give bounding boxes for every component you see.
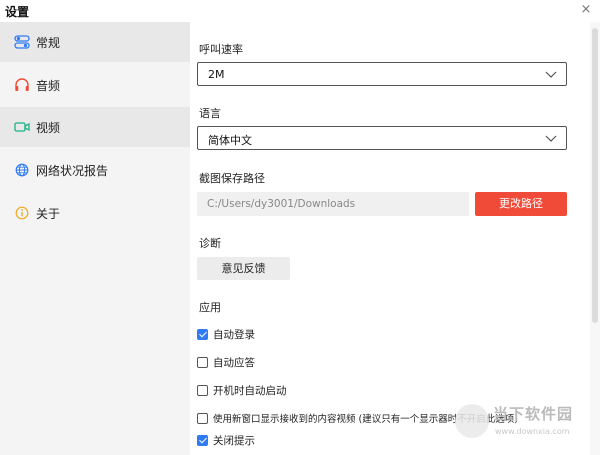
- diagnosis-label: 诊断: [199, 237, 221, 250]
- language-value: 简体中文: [208, 134, 252, 147]
- camera-icon: [14, 119, 30, 135]
- scrollbar-track[interactable]: [590, 22, 600, 455]
- sidebar-item-label: 音频: [36, 78, 61, 93]
- sidebar-item-label: 关于: [36, 206, 61, 221]
- call-rate-value: 2M: [208, 68, 225, 81]
- checkbox-label: 开机时自动启动: [213, 385, 287, 397]
- call-rate-label: 呼叫速率: [199, 43, 243, 56]
- checkbox-label: 关闭提示: [213, 435, 255, 447]
- checkbox-unchecked[interactable]: [197, 357, 208, 368]
- checkbox-checked[interactable]: [197, 329, 208, 340]
- sidebar-item-audio[interactable]: 音频: [0, 65, 190, 105]
- sidebar-item-label: 网络状况报告: [36, 163, 109, 178]
- screenshot-path-input[interactable]: [197, 192, 469, 216]
- auto-start-checkbox[interactable]: 开机时自动启动: [197, 383, 287, 398]
- sidebar-item-general[interactable]: 常规: [0, 22, 190, 62]
- headphones-icon: [14, 77, 30, 93]
- checkbox-label: 自动应答: [213, 357, 255, 369]
- watermark-logo-icon: [455, 404, 489, 438]
- close-icon[interactable]: ×: [578, 2, 594, 18]
- call-rate-select[interactable]: 2M: [197, 62, 567, 86]
- checkbox-unchecked[interactable]: [197, 385, 208, 396]
- app-label: 应用: [199, 301, 221, 314]
- sidebar-item-video[interactable]: 视频: [0, 107, 190, 147]
- title-bar: 设置 ×: [0, 0, 600, 22]
- sidebar-item-network-report[interactable]: 网络状况报告: [0, 150, 190, 190]
- auto-answer-checkbox[interactable]: 自动应答: [197, 355, 255, 370]
- feedback-button[interactable]: 意见反馈: [197, 257, 290, 280]
- screenshot-path-label: 截图保存路径: [199, 172, 265, 185]
- checkbox-unchecked[interactable]: [197, 412, 208, 424]
- chevron-down-icon: [544, 67, 558, 81]
- sidebar: 常规 音频 视频 网络状况报告 关于: [0, 22, 190, 455]
- scrollbar-thumb[interactable]: [592, 28, 598, 323]
- watermark-text: 当下软件园: [493, 405, 574, 423]
- checkbox-checked[interactable]: [197, 435, 208, 446]
- auto-login-checkbox[interactable]: 自动登录: [197, 327, 255, 342]
- watermark: 当下软件园 www.downxia.com: [455, 402, 595, 448]
- sidebar-item-label: 常规: [36, 35, 61, 50]
- settings-window: 设置 × 常规 音频 视频 网络状况报告 关于 呼叫速率 2M 语言 简体中文 …: [0, 0, 600, 455]
- watermark-url: www.downxia.com: [495, 427, 570, 436]
- globe-icon: [14, 162, 30, 178]
- close-prompt-checkbox[interactable]: 关闭提示: [197, 433, 255, 448]
- toggle-icon: [14, 34, 30, 50]
- change-path-button[interactable]: 更改路径: [475, 192, 567, 216]
- window-title: 设置: [5, 5, 30, 19]
- info-icon: [14, 205, 30, 221]
- sidebar-item-label: 视频: [36, 120, 61, 135]
- chevron-down-icon: [544, 131, 558, 145]
- language-label: 语言: [199, 107, 221, 120]
- checkbox-label: 自动登录: [213, 329, 255, 341]
- sidebar-item-about[interactable]: 关于: [0, 193, 190, 233]
- settings-panel: 呼叫速率 2M 语言 简体中文 截图保存路径 更改路径 诊断 意见反馈 应用 自…: [190, 22, 590, 455]
- language-select[interactable]: 简体中文: [197, 126, 567, 150]
